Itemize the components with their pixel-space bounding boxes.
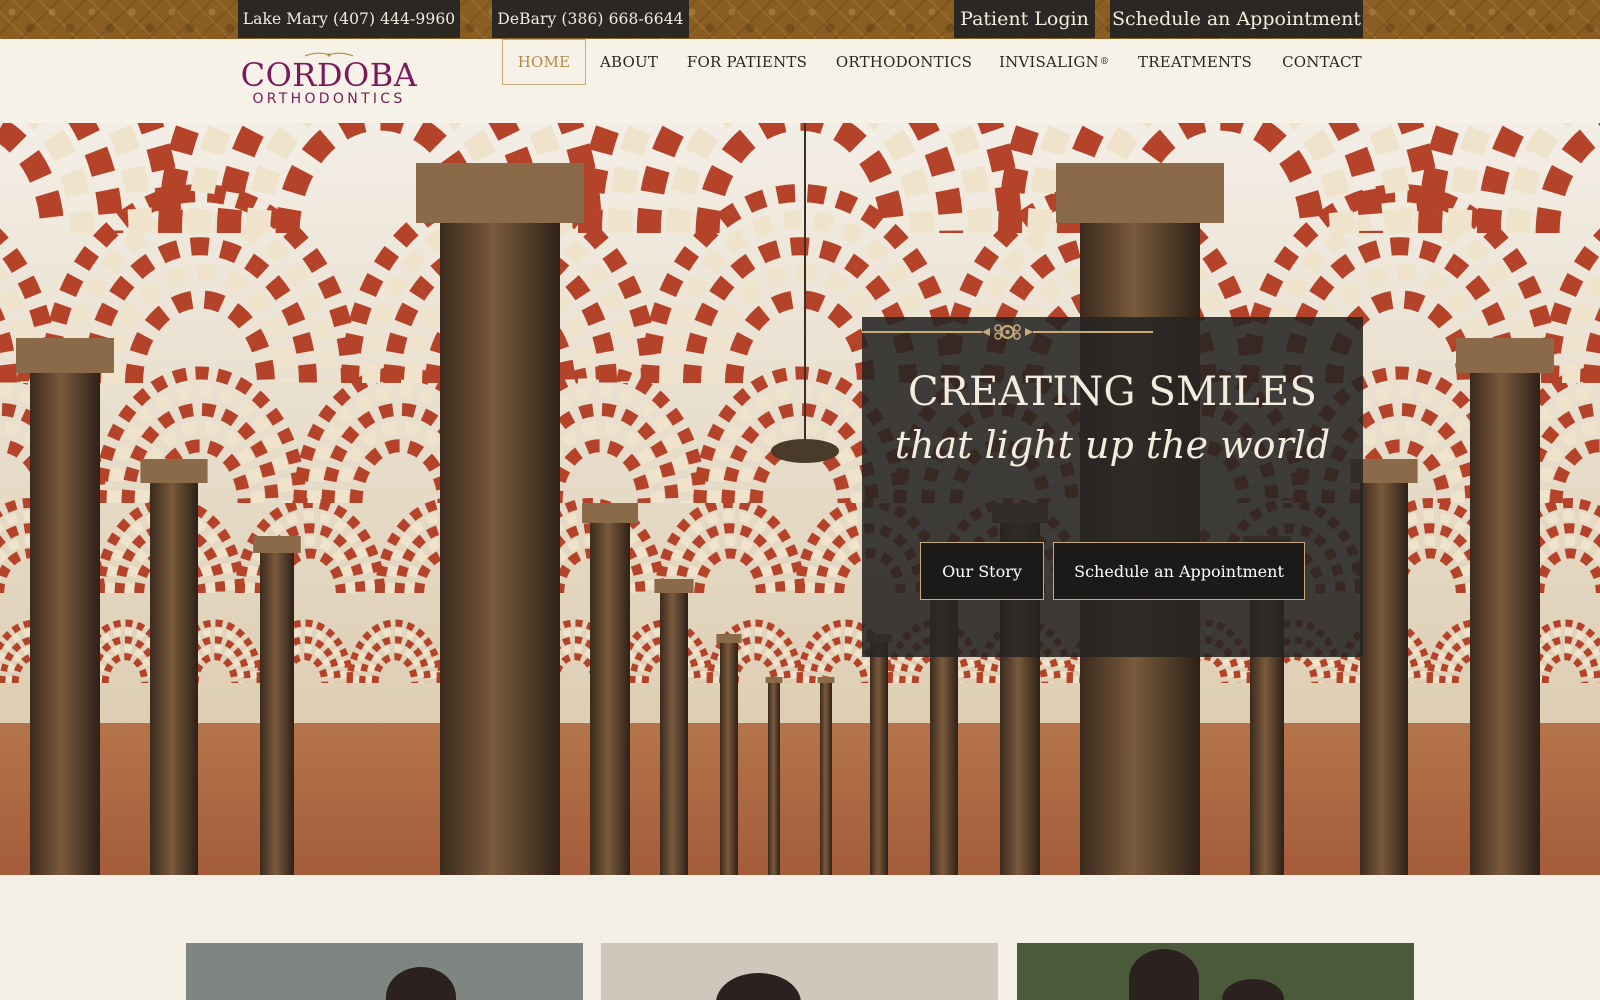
nav-home[interactable]: HOME (502, 39, 586, 85)
person-silhouette (1222, 979, 1284, 1000)
person-silhouette (1129, 949, 1199, 1000)
site-logo[interactable]: CORDOBA ORTHODONTICS (237, 51, 421, 111)
nav-invisalign-label: INVISALIGN (998, 53, 1099, 71)
top-utility-bar: Lake Mary (407) 444-9960 DeBary (386) 66… (0, 0, 1600, 39)
patient-login-link[interactable]: Patient Login (954, 0, 1095, 38)
team-photos-section (0, 875, 1600, 1000)
site-header: CORDOBA ORTHODONTICS HOME ABOUT FOR PATI… (0, 39, 1600, 123)
hero-schedule-appointment-button[interactable]: Schedule an Appointment (1053, 542, 1305, 600)
ornament-divider-icon (862, 324, 1153, 340)
nav-invisalign[interactable]: INVISALIGN ® (999, 39, 1109, 85)
person-silhouette (386, 967, 456, 1000)
team-photo (186, 943, 583, 1000)
logo-tagline: ORTHODONTICS (252, 91, 406, 107)
debary-phone-link[interactable]: DeBary (386) 668-6644 (492, 0, 689, 38)
top-schedule-appointment-link[interactable]: Schedule an Appointment (1110, 0, 1363, 38)
hero-subtitle: that light up the world (894, 423, 1331, 467)
person-silhouette (716, 973, 801, 1000)
hero-title: CREATING SMILES (907, 369, 1318, 415)
our-story-button[interactable]: Our Story (920, 542, 1044, 600)
team-photo (601, 943, 998, 1000)
nav-contact[interactable]: CONTACT (1278, 39, 1366, 85)
nav-orthodontics[interactable]: ORTHODONTICS (835, 39, 973, 85)
lake-mary-phone-link[interactable]: Lake Mary (407) 444-9960 (238, 0, 460, 38)
registered-mark: ® (1099, 57, 1110, 67)
nav-about[interactable]: ABOUT (596, 39, 662, 85)
nav-treatments[interactable]: TREATMENTS (1134, 39, 1256, 85)
hero-banner: CREATING SMILES that light up the world … (0, 123, 1600, 875)
hero-text-panel: CREATING SMILES that light up the world … (862, 317, 1363, 657)
nav-for-patients[interactable]: FOR PATIENTS (686, 39, 808, 85)
logo-wordmark: CORDOBA (240, 56, 418, 94)
team-photo (1017, 943, 1414, 1000)
